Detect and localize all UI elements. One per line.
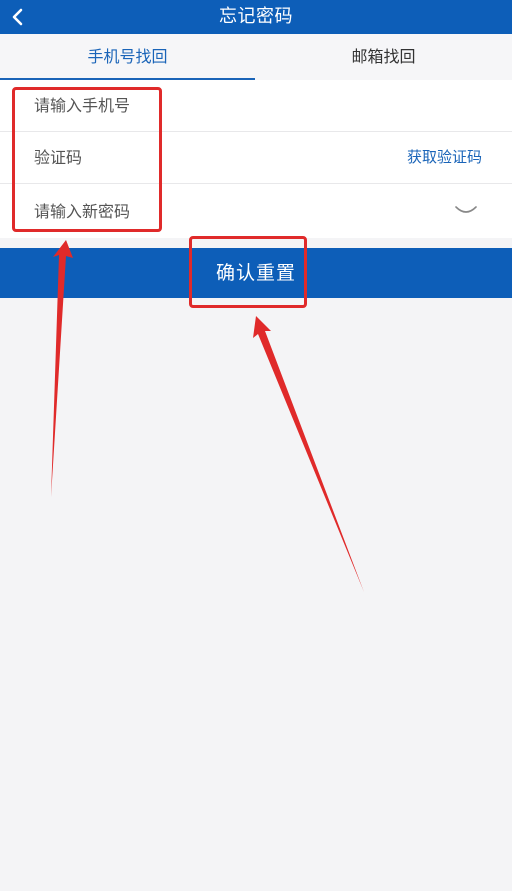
reset-form: 获取验证码 (0, 80, 512, 238)
top-navigation-bar: 忘记密码 (0, 0, 512, 34)
annotation-arrow-confirm (253, 316, 364, 592)
page-title: 忘记密码 (219, 6, 293, 27)
verification-code-input[interactable] (34, 132, 334, 183)
phone-input[interactable] (34, 80, 334, 131)
phone-row (0, 80, 512, 132)
tab-email-recovery[interactable]: 邮箱找回 (255, 34, 512, 80)
password-row (0, 184, 512, 238)
recovery-method-tabs: 手机号找回 邮箱找回 (0, 34, 512, 81)
code-row: 获取验证码 (0, 132, 512, 184)
tab-phone-recovery[interactable]: 手机号找回 (0, 34, 255, 81)
new-password-input[interactable] (34, 184, 334, 238)
confirm-reset-button[interactable]: 确认重置 (0, 248, 512, 298)
get-code-button[interactable]: 获取验证码 (407, 132, 482, 182)
eye-closed-icon[interactable] (454, 204, 478, 216)
